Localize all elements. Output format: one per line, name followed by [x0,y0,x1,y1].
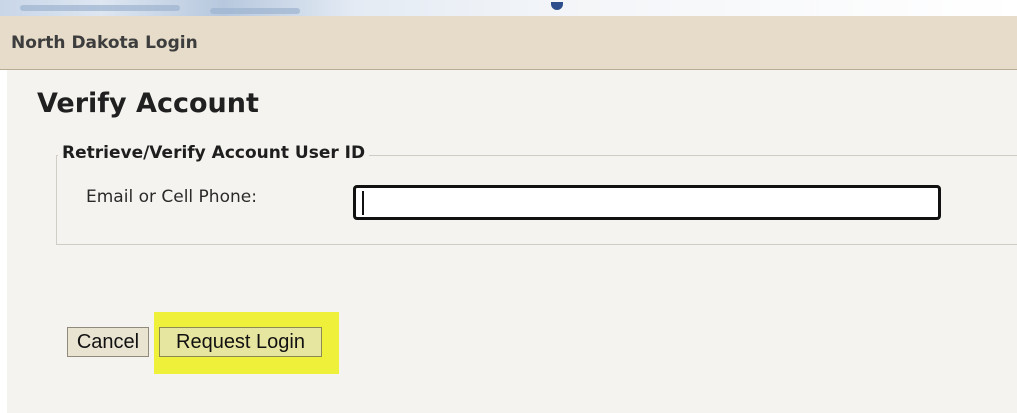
header-title: North Dakota Login [11,33,198,53]
text-caret [362,191,364,215]
email-or-phone-input[interactable] [353,185,941,220]
request-login-button[interactable]: Request Login [159,327,322,357]
main-content: Verify Account Retrieve/Verify Account U… [7,70,1017,413]
top-banner-image [0,0,1017,16]
banner-streak [210,8,300,14]
page-title: Verify Account [37,88,259,119]
fieldset-legend: Retrieve/Verify Account User ID [58,143,370,163]
email-or-phone-label: Email or Cell Phone: [86,187,257,207]
header-bar: North Dakota Login [0,16,1017,70]
banner-streak [20,5,180,11]
banner-orb [551,2,563,10]
cancel-button[interactable]: Cancel [67,327,149,357]
page: North Dakota Login Verify Account Retrie… [0,0,1017,413]
